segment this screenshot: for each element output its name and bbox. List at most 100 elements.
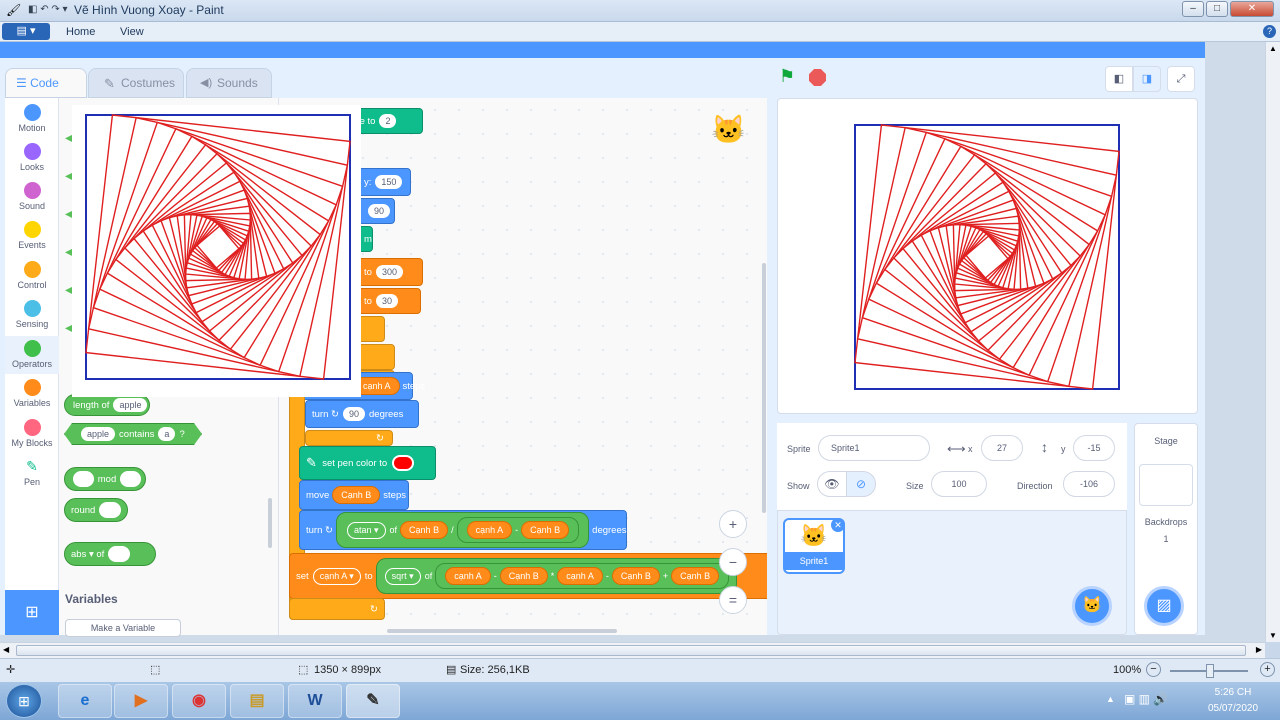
direction-input[interactable]: -106 (1063, 471, 1115, 497)
show-hidden-button[interactable]: ⊘ (846, 471, 876, 497)
paint-app-icon[interactable]: 🖌 (6, 3, 21, 17)
tray-arrow-icon[interactable]: ▲ (1106, 694, 1115, 704)
minimize-button[interactable]: – (1182, 1, 1204, 17)
explorer-taskbar-icon[interactable]: ▤ (230, 684, 284, 718)
sprite-thumbnail[interactable]: 🐱 Sprite1 ✕ (783, 518, 845, 574)
zoom-out-button[interactable]: − (719, 548, 747, 576)
block-input[interactable]: 30 (375, 294, 398, 308)
block-point-direction[interactable]: 90 (357, 198, 395, 224)
block-set-var-1[interactable]: to 300 (357, 258, 423, 286)
block-variable[interactable]: Cạnh B (671, 567, 720, 585)
block-input[interactable]: 90 (368, 204, 391, 218)
paint-vertical-scrollbar[interactable]: ▲ ▼ (1265, 42, 1280, 642)
block-variable[interactable]: cạnh A (445, 567, 491, 585)
category-motion[interactable]: Motion (5, 104, 59, 133)
block-input[interactable]: 2 (379, 114, 397, 128)
block-move-steps-2[interactable]: move Cạnh Bsteps (299, 480, 409, 510)
normal-stage-icon[interactable]: ◨ (1133, 66, 1161, 92)
block-input[interactable]: a (158, 427, 175, 441)
media-player-taskbar-icon[interactable]: ▶ (114, 684, 168, 718)
zoom-slider-thumb[interactable] (1206, 664, 1214, 678)
start-button[interactable]: ⊞ (6, 684, 42, 718)
category-sound[interactable]: Sound (5, 182, 59, 211)
fullscreen-icon[interactable]: ⤢ (1167, 66, 1195, 92)
block-input[interactable] (99, 502, 122, 518)
block-mod[interactable]: mod (64, 467, 146, 491)
block-input[interactable]: 150 (375, 175, 403, 189)
stage-canvas[interactable] (777, 98, 1198, 414)
block-input[interactable]: 300 (375, 265, 403, 279)
sqrt-reporter[interactable]: sqrt ▾ of cạnh A - Cạnh B * cạnh A - Cạnh B + Cạnh… (375, 558, 738, 594)
pasted-spiral-image[interactable] (72, 105, 361, 397)
block-dropdown[interactable]: atan ▾ (346, 521, 386, 539)
ie-taskbar-icon[interactable]: e (58, 684, 112, 718)
block-turn-2[interactable]: turn ↻ atan ▾ of Cạnh B / cạnh A - Cạnh B degr… (299, 510, 627, 550)
tab-view[interactable]: View (120, 26, 144, 38)
workspace-hscrollbar[interactable] (387, 629, 617, 633)
tab-costumes[interactable]: Costumes (88, 68, 184, 98)
minus-reporter[interactable]: cạnh A - Cạnh B (456, 517, 580, 543)
category-events[interactable]: Events (5, 221, 59, 250)
chrome-taskbar-icon[interactable]: ◉ (172, 684, 226, 718)
workspace-vscrollbar[interactable] (762, 263, 766, 513)
block-abs-of[interactable]: abs ▾ of (64, 542, 156, 566)
close-button[interactable]: ✕ (1230, 1, 1274, 17)
size-input[interactable]: 100 (931, 471, 987, 497)
block-variable[interactable]: cạnh A (557, 567, 603, 585)
choose-sprite-button[interactable]: 🐱 (1072, 586, 1112, 626)
paint-taskbar-icon[interactable]: ✎ (346, 684, 400, 718)
scroll-thumb[interactable] (16, 645, 1246, 656)
block-turn-1[interactable]: turn ↻ 90 degrees (305, 400, 419, 428)
block-dropdown[interactable]: sqrt ▾ (384, 567, 421, 585)
block-set-canh-a[interactable]: set cạnh A ▾ to sqrt ▾ of cạnh A - Cạnh B * cạnh… (289, 553, 767, 599)
add-extension-button[interactable]: ⊞ (5, 590, 59, 635)
paint-menu-button[interactable]: ▤ ▾ (2, 23, 50, 40)
category-variables[interactable]: Variables (5, 379, 59, 408)
make-variable-button[interactable]: Make a Variable (65, 619, 181, 637)
block-variable[interactable]: Cạnh B (521, 521, 570, 539)
block-repeat-top[interactable] (357, 316, 385, 342)
palette-scrollbar[interactable] (268, 498, 272, 548)
stage-thumbnail[interactable] (1139, 464, 1193, 506)
block-input[interactable] (108, 546, 131, 562)
scroll-left-icon[interactable]: ◀ (3, 645, 9, 654)
block-variable[interactable]: Cạnh B (400, 521, 449, 539)
category-pen[interactable]: ✎ Pen (5, 458, 59, 487)
green-flag-icon[interactable]: ⚑ (779, 66, 795, 87)
category-operators[interactable]: Operators (5, 336, 59, 374)
help-icon[interactable]: ? (1263, 25, 1276, 38)
tab-code[interactable]: ☰ Code (5, 68, 87, 98)
block-input[interactable]: apple (81, 427, 115, 441)
choose-backdrop-button[interactable]: ▨ (1144, 586, 1184, 626)
block-dropdown[interactable]: cạnh A ▾ (312, 567, 361, 585)
color-swatch[interactable] (392, 455, 415, 471)
tray-icons[interactable]: ▣ ▥ 🔊 (1124, 692, 1168, 706)
block-dropdown[interactable]: abs ▾ (71, 549, 94, 560)
category-looks[interactable]: Looks (5, 143, 59, 172)
tab-sounds[interactable]: Sounds (186, 68, 272, 98)
block-set-var-2[interactable]: to 30 (357, 288, 421, 314)
quick-access-icons[interactable]: ◧ ↶ ↷ ▾ (28, 4, 68, 15)
block-input[interactable] (120, 471, 141, 487)
block-length-of[interactable]: length of apple (64, 394, 150, 416)
maximize-button[interactable]: □ (1206, 1, 1228, 17)
scroll-right-icon[interactable]: ▶ (1256, 645, 1262, 654)
delete-sprite-icon[interactable]: ✕ (831, 518, 845, 532)
expr-reporter[interactable]: cạnh A - Cạnh B * cạnh A - Cạnh B + Cạnh B (435, 563, 730, 589)
block-input[interactable]: 90 (342, 407, 365, 421)
atan-reporter[interactable]: atan ▾ of Cạnh B / cạnh A - Cạnh B (335, 512, 590, 548)
show-visible-button[interactable]: 👁 (817, 471, 847, 497)
block-variable[interactable]: Cạnh B (611, 567, 660, 585)
block-goto-y[interactable]: y: 150 (357, 168, 411, 196)
paint-horizontal-scrollbar[interactable]: ◀ ▶ (0, 642, 1265, 658)
zoom-out-icon[interactable]: − (1146, 662, 1161, 677)
tab-home[interactable]: Home (66, 26, 95, 38)
zoom-reset-button[interactable]: = (719, 586, 747, 614)
block-contains[interactable]: apple contains a? (64, 423, 202, 445)
stop-icon[interactable] (809, 69, 826, 86)
category-myblocks[interactable]: My Blocks (5, 419, 59, 448)
block-variable[interactable]: Cạnh B (499, 567, 548, 585)
x-input[interactable]: 27 (981, 435, 1023, 461)
small-stage-icon[interactable]: ◧ (1105, 66, 1133, 92)
zoom-in-icon[interactable]: + (1260, 662, 1275, 677)
